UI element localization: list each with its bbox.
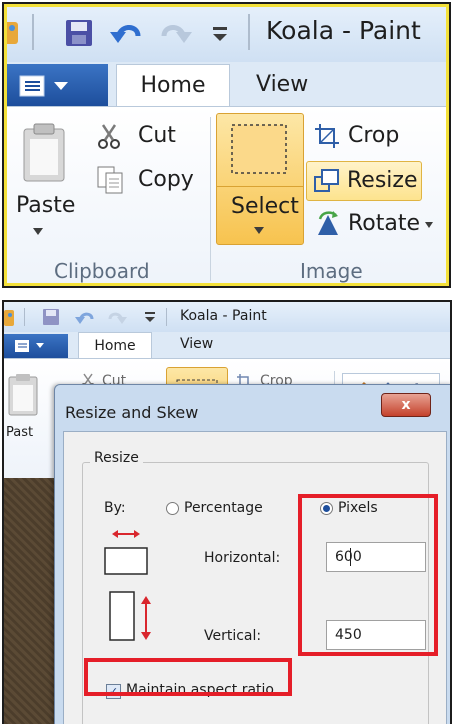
copy-button[interactable]: Copy bbox=[96, 165, 206, 195]
menu-icon bbox=[15, 340, 44, 352]
resize-group-title: Resize bbox=[90, 450, 143, 466]
paint-app-icon bbox=[4, 22, 18, 44]
paste-dropdown-icon bbox=[33, 228, 43, 235]
dialog-title: Resize and Skew bbox=[65, 403, 199, 422]
resize-skew-dialog: Resize and Skew x Resize By: Percentage … bbox=[54, 384, 450, 724]
crop-icon bbox=[315, 124, 339, 148]
paste-label: Paste bbox=[16, 193, 76, 218]
copy-label: Copy bbox=[138, 167, 194, 192]
horizontal-resize-icon bbox=[104, 530, 148, 575]
paint-ribbon-zoomed: Koala - Paint Home View Paste Cut Copy C… bbox=[2, 2, 451, 288]
selection-rectangle-icon bbox=[231, 124, 287, 174]
resize-button[interactable]: Resize bbox=[306, 161, 422, 201]
quick-access-dropdown-icon[interactable] bbox=[210, 24, 230, 44]
separator bbox=[24, 308, 25, 326]
pixels-label[interactable]: Pixels bbox=[338, 500, 378, 516]
title-bar: Koala - Paint bbox=[4, 4, 449, 62]
dialog-body: Resize By: Percentage Pixels Horizontal:… bbox=[63, 431, 447, 724]
file-menu-button[interactable] bbox=[4, 334, 68, 358]
cut-button[interactable]: Cut bbox=[96, 121, 196, 151]
select-dropdown-icon bbox=[254, 227, 264, 234]
rotate-button[interactable]: Rotate bbox=[310, 207, 440, 241]
vertical-label: Vertical: bbox=[204, 628, 262, 644]
redo-icon[interactable] bbox=[160, 18, 194, 48]
save-icon[interactable] bbox=[64, 18, 94, 48]
paste-button[interactable]: Paste bbox=[14, 117, 88, 247]
crop-button[interactable]: Crop bbox=[310, 119, 420, 153]
scissors-icon bbox=[98, 124, 120, 149]
save-icon[interactable] bbox=[42, 308, 60, 326]
text-cursor bbox=[350, 548, 351, 566]
resize-icon bbox=[314, 169, 339, 192]
rotate-dropdown-icon bbox=[425, 222, 433, 228]
tab-home[interactable]: Home bbox=[116, 64, 230, 107]
resize-label: Resize bbox=[347, 168, 418, 193]
group-divider bbox=[210, 117, 211, 281]
menu-icon bbox=[19, 75, 68, 97]
select-button[interactable]: Select bbox=[216, 113, 304, 245]
tab-home[interactable]: Home bbox=[78, 332, 152, 359]
pixels-radio[interactable] bbox=[320, 502, 333, 515]
window-title: Koala - Paint bbox=[180, 308, 267, 324]
percentage-label[interactable]: Percentage bbox=[184, 500, 263, 516]
separator bbox=[248, 14, 250, 50]
vertical-input[interactable]: 450 bbox=[326, 620, 426, 650]
percentage-radio[interactable] bbox=[166, 502, 179, 515]
maintain-aspect-label[interactable]: Maintain aspect ratio bbox=[126, 682, 274, 698]
tab-view[interactable]: View bbox=[256, 64, 308, 106]
clipboard-icon bbox=[23, 123, 65, 182]
by-label: By: bbox=[104, 500, 126, 516]
vertical-resize-icon bbox=[109, 591, 151, 641]
undo-icon[interactable] bbox=[108, 18, 142, 48]
file-menu-button[interactable] bbox=[4, 64, 108, 106]
quick-access-dropdown-icon[interactable] bbox=[144, 311, 156, 323]
select-split-line bbox=[217, 186, 303, 187]
clipboard-group-label: Clipboard bbox=[54, 259, 150, 283]
crop-label: Crop bbox=[348, 123, 400, 148]
copy-icon bbox=[97, 166, 123, 194]
horizontal-label: Horizontal: bbox=[204, 550, 281, 566]
cut-label: Cut bbox=[138, 123, 176, 148]
tab-view[interactable]: View bbox=[180, 336, 213, 352]
ribbon-home: Paste Cut Copy Clipboard Select Crop Res… bbox=[4, 106, 449, 286]
image-group-label: Image bbox=[300, 259, 363, 283]
paint-app-icon bbox=[4, 310, 14, 326]
select-label: Select bbox=[231, 194, 299, 219]
paste-label: Past bbox=[6, 425, 34, 440]
clipboard-icon[interactable] bbox=[6, 373, 40, 417]
separator bbox=[166, 308, 167, 326]
redo-icon[interactable] bbox=[108, 308, 128, 326]
title-bar: Koala - Paint bbox=[4, 302, 450, 332]
close-button[interactable]: x bbox=[381, 393, 431, 417]
maintain-aspect-checkbox[interactable]: ✓ bbox=[106, 684, 121, 699]
paint-window-with-resize-dialog: Koala - Paint Home View Past Cut Crop Re… bbox=[2, 300, 452, 724]
horizontal-input[interactable]: 600 bbox=[326, 542, 426, 572]
separator bbox=[32, 14, 34, 50]
rotate-label: Rotate bbox=[348, 211, 421, 236]
window-title: Koala - Paint bbox=[266, 16, 421, 45]
undo-icon[interactable] bbox=[74, 308, 94, 326]
rotate-icon bbox=[318, 211, 338, 235]
